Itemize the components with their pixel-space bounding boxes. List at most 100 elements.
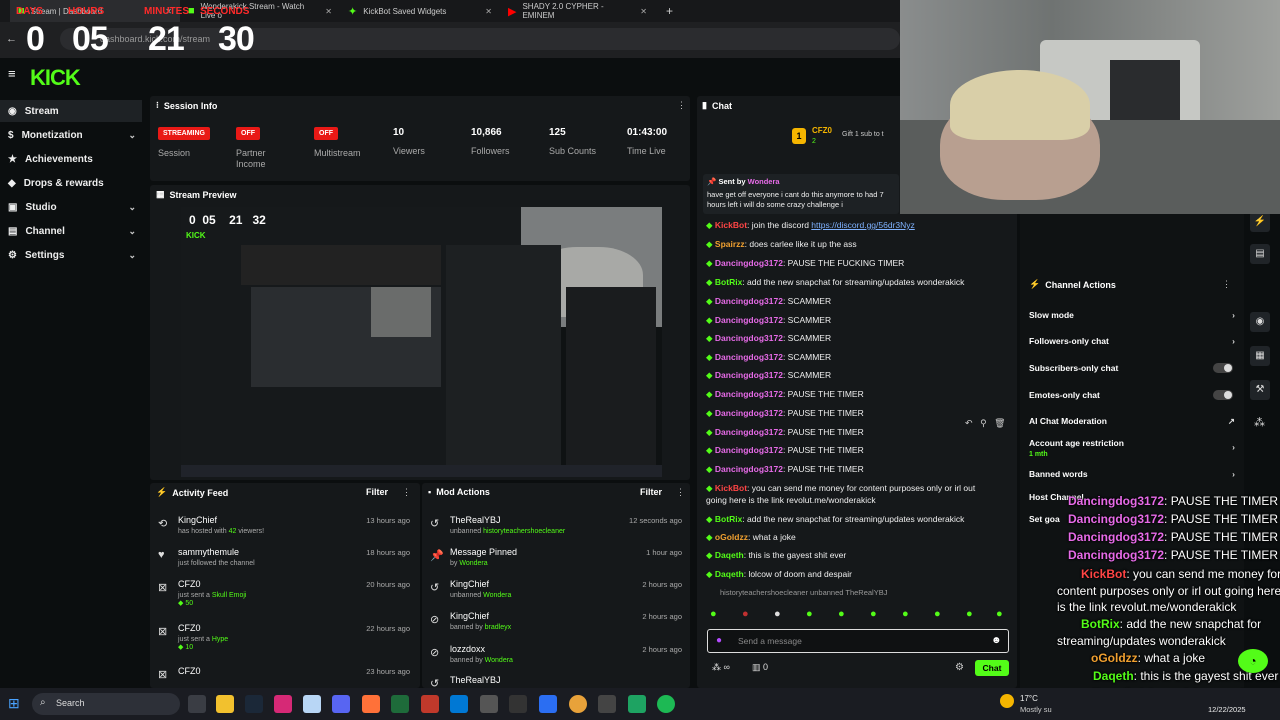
chat-message[interactable]: ◆ KickBot: join the discord https://disc… xyxy=(706,220,915,231)
firefox-icon[interactable] xyxy=(362,695,380,713)
chat-username[interactable]: KickBot xyxy=(715,483,747,493)
chat-username[interactable]: Daqeth xyxy=(715,550,744,560)
chat-link[interactable]: https://discord.gg/56dr3Nyz xyxy=(811,220,914,230)
chat-username[interactable]: Dancingdog3172 xyxy=(715,352,783,362)
chat-username[interactable]: Dancingdog3172 xyxy=(715,370,783,380)
chat-message[interactable]: ◆ Dancingdog3172: SCAMMER xyxy=(706,296,831,307)
subscribers-only-toggle[interactable] xyxy=(1213,363,1233,373)
chat-send-button[interactable]: Chat xyxy=(975,660,1009,676)
more-options-icon[interactable]: ⋮ xyxy=(402,487,411,498)
chat-username[interactable]: Dancingdog3172 xyxy=(715,389,783,399)
pinned-message[interactable]: 📌 Sent by Wondera have get off everyone … xyxy=(703,174,899,214)
account-age-item[interactable]: Account age restriction 1 mth › xyxy=(1029,438,1235,458)
app-icon[interactable] xyxy=(421,695,439,713)
spotify-icon[interactable] xyxy=(657,695,675,713)
more-options-icon[interactable]: ⋮ xyxy=(676,487,685,498)
chat-username[interactable]: Dancingdog3172 xyxy=(715,315,783,325)
emote-icon[interactable]: ● xyxy=(934,608,941,620)
emotes-only-item[interactable]: Emotes-only chat xyxy=(1029,390,1235,400)
sidebar-item-stream[interactable]: ◉ Stream xyxy=(0,100,142,122)
windows-start-icon[interactable]: ⊞ xyxy=(8,695,24,711)
reply-icon[interactable]: ↶ xyxy=(965,418,973,428)
close-tab-icon[interactable]: ✕ xyxy=(640,7,647,16)
taskbar-search[interactable]: ⌕ Search xyxy=(32,693,180,715)
slow-mode-item[interactable]: Slow mode › xyxy=(1029,310,1235,320)
users-icon[interactable]: ⁂ xyxy=(712,662,721,672)
chat-message[interactable]: ◆ Dancingdog3172: SCAMMER xyxy=(706,333,831,344)
more-options-icon[interactable]: ⋮ xyxy=(677,100,686,111)
chat-message[interactable]: ◆ Spairzz: does carlee like it up the as… xyxy=(706,239,857,250)
emote-icon[interactable]: ● xyxy=(902,608,909,620)
chat-settings-icon[interactable]: ⚙ xyxy=(955,662,964,673)
chat-username[interactable]: Dancingdog3172 xyxy=(715,333,783,343)
trash-icon[interactable]: 🗑 xyxy=(994,418,1005,428)
lightning-icon[interactable]: ⚡ xyxy=(1250,212,1270,232)
file-explorer-icon[interactable] xyxy=(216,695,234,713)
chat-message[interactable]: ◆ Dancingdog3172: PAUSE THE TIMER xyxy=(706,408,864,419)
broadcast-icon[interactable]: ◉ xyxy=(1250,312,1270,332)
discord-icon[interactable] xyxy=(332,695,350,713)
chat-message[interactable]: ◆ Dancingdog3172: SCAMMER xyxy=(706,315,831,326)
chat-message[interactable]: ◆ Dancingdog3172: SCAMMER xyxy=(706,370,831,381)
weather-temp[interactable]: 17°C xyxy=(1020,694,1038,703)
new-tab-button[interactable]: + xyxy=(658,0,680,22)
chat-username[interactable]: Spairzz xyxy=(715,239,745,249)
settings-icon[interactable] xyxy=(480,695,498,713)
emote-icon[interactable]: ● xyxy=(742,608,749,620)
chat-input[interactable]: ● Send a message ☻ xyxy=(707,629,1009,653)
emoji-icon[interactable]: ☻ xyxy=(991,635,1002,646)
sidebar-item-channel[interactable]: ▤ Channel ⌄ xyxy=(0,220,142,242)
steam-icon[interactable] xyxy=(245,695,263,713)
chat-message[interactable]: ◆ BotRix: add the new snapchat for strea… xyxy=(706,277,964,288)
chat-message[interactable]: ◆ oGoldzz: what a joke xyxy=(706,532,796,543)
emotes-only-toggle[interactable] xyxy=(1213,390,1233,400)
instagram-icon[interactable] xyxy=(274,695,292,713)
chat-username[interactable]: BotRix xyxy=(715,277,742,287)
support-chat-icon[interactable]: ◔ xyxy=(1238,649,1268,673)
tab-youtube-shady[interactable]: ▶ SHADY 2.0 CYPHER - EMINEM ✕ xyxy=(500,0,655,22)
chat-message[interactable]: ◆ Daqeth: lolcow of doom and despair xyxy=(706,569,852,580)
clipboard-icon[interactable]: ▤ xyxy=(1250,244,1270,264)
emote-icon[interactable]: ● xyxy=(710,608,717,620)
gift-leaderboard[interactable]: 1 CFZ0 2 Gift 1 sub to t xyxy=(790,126,900,150)
chat-username[interactable]: Dancingdog3172 xyxy=(715,445,783,455)
chat-username[interactable]: Dancingdog3172 xyxy=(715,296,783,306)
infinity-icon[interactable]: ∞ xyxy=(724,662,730,672)
sidebar-item-studio[interactable]: ▣ Studio ⌄ xyxy=(0,196,142,218)
ai-moderation-item[interactable]: AI Chat Moderation ↗ xyxy=(1029,416,1235,426)
activity-filter-button[interactable]: Filter xyxy=(366,487,388,497)
chat-message[interactable]: ◆ Dancingdog3172: SCAMMER xyxy=(706,352,831,363)
people-icon[interactable]: ⁂ xyxy=(1254,416,1265,429)
sidebar-item-drops-rewards[interactable]: ◆ Drops & rewards xyxy=(0,172,142,194)
taskbar-date[interactable]: 12/22/2025 xyxy=(1208,705,1246,714)
chat-message[interactable]: ◆ BotRix: add the new snapchat for strea… xyxy=(706,514,964,525)
chat-message[interactable]: going here is the link revolut.me/wonder… xyxy=(706,495,876,505)
task-view-icon[interactable] xyxy=(188,695,206,713)
app-icon[interactable] xyxy=(628,695,646,713)
chat-message[interactable]: ◆ Dancingdog3172: PAUSE THE TIMER xyxy=(706,445,864,456)
chat-message[interactable]: ◆ Dancingdog3172: PAUSE THE FUCKING TIME… xyxy=(706,258,904,269)
chat-message[interactable]: ◆ Dancingdog3172: PAUSE THE TIMER xyxy=(706,389,864,400)
close-tab-icon[interactable]: ✕ xyxy=(485,7,492,16)
hamburger-icon[interactable]: ≡ xyxy=(8,66,16,81)
sidebar-item-achievements[interactable]: ★ Achievements xyxy=(0,148,142,170)
chat-message[interactable]: ◆ Daqeth: this is the gayest shit ever xyxy=(706,550,846,561)
banned-words-item[interactable]: Banned words › xyxy=(1029,469,1235,479)
chat-username[interactable]: oGoldzz xyxy=(715,532,748,542)
outlook-icon[interactable] xyxy=(450,695,468,713)
emote-icon[interactable]: ● xyxy=(806,608,813,620)
app-icon[interactable] xyxy=(391,695,409,713)
emote-icon[interactable]: ● xyxy=(870,608,877,620)
app-icon[interactable] xyxy=(539,695,557,713)
chat-username[interactable]: Dancingdog3172 xyxy=(715,408,783,418)
chrome-icon[interactable] xyxy=(569,695,587,713)
chat-username[interactable]: KickBot xyxy=(715,220,747,230)
stream-preview-video[interactable]: 0 05 21 32 KICK xyxy=(181,207,662,477)
github-icon[interactable] xyxy=(509,695,527,713)
kick-logo[interactable]: KICK xyxy=(30,65,81,91)
chat-username[interactable]: Dancingdog3172 xyxy=(715,464,783,474)
chat-message[interactable]: ◆ Dancingdog3172: PAUSE THE TIMER xyxy=(706,427,864,438)
pin-icon[interactable]: ⚲ xyxy=(980,418,987,428)
followers-only-item[interactable]: Followers-only chat › xyxy=(1029,336,1235,346)
emote-icon[interactable]: ● xyxy=(996,608,1003,620)
